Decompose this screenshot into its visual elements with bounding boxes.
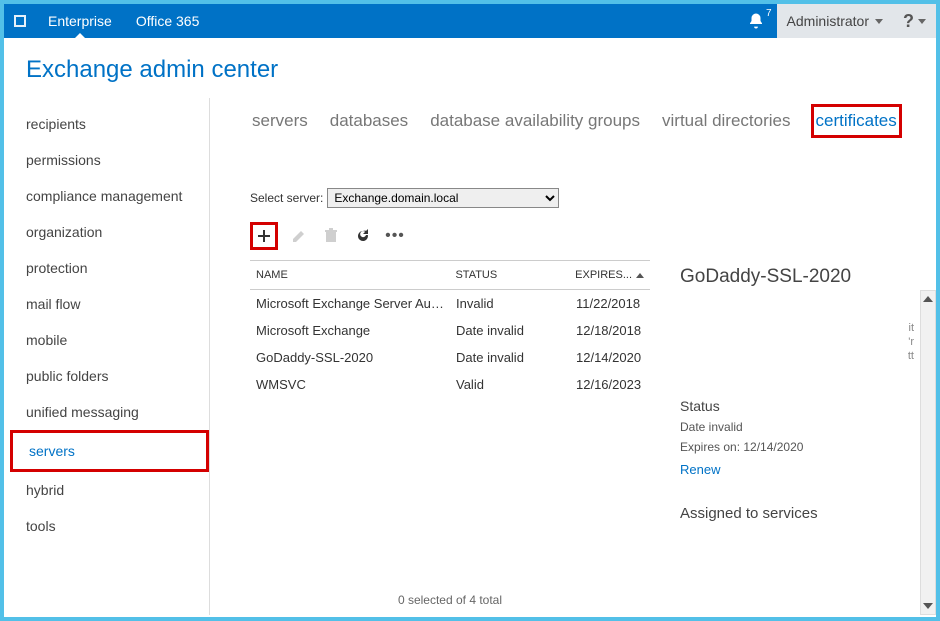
add-button[interactable]	[250, 222, 278, 250]
main-content: servers databases database availability …	[210, 98, 936, 615]
sidebar-item-servers[interactable]: servers	[10, 430, 209, 472]
cell-status: Valid	[450, 375, 570, 394]
toolbar: •••	[250, 222, 936, 250]
cell-name: WMSVC	[250, 375, 450, 394]
scroll-down-icon[interactable]	[921, 598, 935, 614]
cell-status: Invalid	[450, 294, 570, 313]
top-link-office365[interactable]: Office 365	[124, 4, 212, 38]
renew-link[interactable]: Renew	[680, 462, 720, 477]
sidebar-item-mobile[interactable]: mobile	[10, 322, 209, 358]
server-label: Select server:	[250, 191, 323, 205]
scroll-up-icon[interactable]	[921, 291, 935, 307]
more-button[interactable]: •••	[384, 225, 406, 247]
help-menu[interactable]: ?	[893, 4, 936, 38]
details-title: GoDaddy-SSL-2020	[680, 266, 928, 288]
pencil-icon	[291, 228, 307, 244]
edit-button	[288, 225, 310, 247]
scrollbar[interactable]	[920, 290, 936, 615]
status-value: Date invalid	[680, 420, 928, 434]
col-expires-label: EXPIRES...	[575, 269, 632, 281]
sidebar-item-permissions[interactable]: permissions	[10, 142, 209, 178]
bell-icon	[747, 12, 765, 30]
sidebar-item-tools[interactable]: tools	[10, 508, 209, 544]
notification-count: 7	[766, 8, 772, 19]
sidebar-item-publicfolders[interactable]: public folders	[10, 358, 209, 394]
notifications-button[interactable]: 7	[735, 4, 777, 38]
caret-down-icon	[918, 19, 926, 24]
page-title: Exchange admin center	[4, 38, 936, 98]
cell-expires: 12/18/2018	[570, 321, 650, 340]
sidebar-item-organization[interactable]: organization	[10, 214, 209, 250]
tab-dag[interactable]: database availability groups	[428, 107, 642, 135]
selection-count: 0 selected of 4 total	[250, 585, 650, 615]
plus-icon	[256, 228, 272, 244]
cell-status: Date invalid	[450, 321, 570, 340]
table-row[interactable]: WMSVC Valid 12/16/2023	[250, 371, 650, 398]
table-row[interactable]: GoDaddy-SSL-2020 Date invalid 12/14/2020	[250, 344, 650, 371]
sidebar-item-hybrid[interactable]: hybrid	[10, 472, 209, 508]
cut-text: tt	[908, 350, 914, 362]
ellipsis-icon: •••	[385, 227, 405, 245]
sidebar: recipients permissions compliance manage…	[10, 98, 210, 615]
sidebar-item-compliance[interactable]: compliance management	[10, 178, 209, 214]
cell-name: Microsoft Exchange	[250, 321, 450, 340]
sidebar-item-unifiedmessaging[interactable]: unified messaging	[10, 394, 209, 430]
table-row[interactable]: Microsoft Exchange Server Auth ... Inval…	[250, 290, 650, 317]
cell-expires: 11/22/2018	[570, 294, 650, 313]
server-select[interactable]: Exchange.domain.local	[327, 188, 559, 208]
caret-down-icon	[875, 19, 883, 24]
certificates-table: NAME STATUS EXPIRES... Microsoft Exchang…	[250, 260, 650, 615]
tab-databases[interactable]: databases	[328, 107, 410, 135]
top-bar: Enterprise Office 365 7 Administrator ?	[4, 4, 936, 38]
refresh-button[interactable]	[352, 225, 374, 247]
cut-text: 'r	[908, 336, 914, 348]
sidebar-item-protection[interactable]: protection	[10, 250, 209, 286]
delete-button	[320, 225, 342, 247]
cell-expires: 12/16/2023	[570, 375, 650, 394]
refresh-icon	[355, 228, 371, 244]
details-pane: GoDaddy-SSL-2020 it 'r tt Status Date in…	[668, 260, 936, 615]
cut-text: it	[909, 322, 915, 334]
sidebar-item-recipients[interactable]: recipients	[10, 106, 209, 142]
cell-status: Date invalid	[450, 348, 570, 367]
cell-name: GoDaddy-SSL-2020	[250, 348, 450, 367]
user-label: Administrator	[787, 13, 869, 29]
assigned-heading: Assigned to services	[680, 505, 928, 522]
sidebar-item-mailflow[interactable]: mail flow	[10, 286, 209, 322]
col-status[interactable]: STATUS	[449, 261, 569, 289]
sort-asc-icon	[636, 273, 644, 278]
expires-value: Expires on: 12/14/2020	[680, 440, 928, 454]
tabs: servers databases database availability …	[250, 104, 936, 138]
tab-certificates[interactable]: certificates	[811, 104, 902, 138]
table-row[interactable]: Microsoft Exchange Date invalid 12/18/20…	[250, 317, 650, 344]
office-logo-icon	[4, 4, 36, 38]
cell-name: Microsoft Exchange Server Auth ...	[250, 294, 450, 313]
user-menu[interactable]: Administrator	[777, 4, 893, 38]
col-name[interactable]: NAME	[250, 261, 449, 289]
tab-virtualdirectories[interactable]: virtual directories	[660, 107, 793, 135]
help-icon: ?	[903, 11, 914, 32]
trash-icon	[324, 228, 338, 244]
status-heading: Status	[680, 398, 928, 414]
top-link-enterprise[interactable]: Enterprise	[36, 4, 124, 38]
tab-servers[interactable]: servers	[250, 107, 310, 135]
cell-expires: 12/14/2020	[570, 348, 650, 367]
col-expires[interactable]: EXPIRES...	[569, 261, 650, 289]
